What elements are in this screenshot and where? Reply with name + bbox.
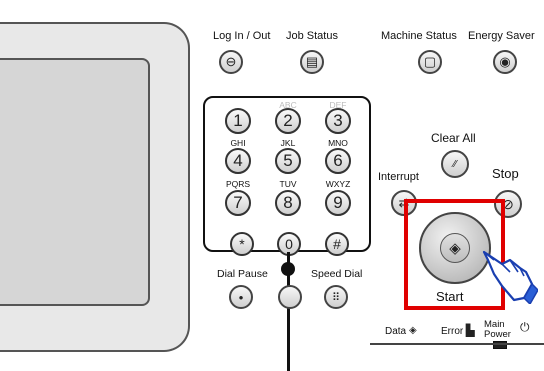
indicator-rule [370, 343, 544, 345]
speed-dial-icon: ⠿ [331, 291, 341, 304]
clear-all-label: Clear All [431, 131, 476, 145]
key-2[interactable]: 2 [275, 108, 301, 134]
key-8-letters: TUV [279, 179, 297, 189]
login-label: Log In / Out [213, 30, 271, 42]
error-icon: ▙ [466, 325, 475, 337]
start-label: Start [436, 289, 464, 304]
start-icon: ◈ [449, 240, 461, 257]
job-status-label: Job Status [286, 30, 338, 42]
job-status-button[interactable]: ▤ [300, 50, 324, 74]
key-1[interactable]: 1 [225, 108, 251, 134]
speed-dial-button[interactable]: ⠿ [324, 285, 348, 309]
interrupt-label: Interrupt [378, 171, 419, 183]
key-8[interactable]: 8 [275, 190, 301, 216]
key-5[interactable]: 5 [275, 148, 301, 174]
clear-all-icon: ⁄⁄ [453, 158, 457, 170]
energy-saver-icon: ◉ [499, 54, 511, 69]
key-7-letters: PQRS [225, 179, 251, 189]
unlabeled-button[interactable] [278, 285, 302, 309]
key-9[interactable]: 9 [325, 190, 351, 216]
key-star[interactable]: * [230, 232, 254, 256]
start-inner: ◈ [440, 233, 470, 263]
energy-saver-label: Energy Saver [468, 30, 535, 42]
touch-screen[interactable] [0, 58, 150, 306]
key-9-letters: WXYZ [325, 179, 351, 189]
key-hash[interactable]: # [325, 232, 349, 256]
key-5-letters: JKL [280, 138, 296, 148]
key-4[interactable]: 4 [225, 148, 251, 174]
key-icon: ⊖ [225, 54, 237, 69]
callout-dot [281, 262, 295, 276]
data-icon: ◈ [409, 325, 417, 336]
machine-status-label: Machine Status [381, 30, 457, 42]
login-button[interactable]: ⊖ [219, 50, 243, 74]
job-status-icon: ▤ [305, 54, 319, 69]
key-3[interactable]: 3 [325, 108, 351, 134]
machine-status-button[interactable]: ▢ [418, 50, 442, 74]
data-label: Data [385, 326, 407, 337]
dial-pause-button[interactable]: • [229, 285, 253, 309]
stop-label: Stop [492, 166, 519, 181]
key-6-letters: MNO [328, 138, 348, 148]
key-6[interactable]: 6 [325, 148, 351, 174]
power-icon: ⏻ [520, 320, 530, 334]
error-label: Error [441, 326, 464, 337]
main-power-label: Main Power [484, 319, 511, 340]
pointing-hand-icon [482, 250, 538, 304]
dot-icon: • [238, 289, 244, 305]
clear-all-button[interactable]: ⁄⁄ [441, 150, 469, 178]
key-4-letters: GHI [230, 138, 246, 148]
speed-dial-label: Speed Dial [311, 268, 363, 280]
machine-status-icon: ▢ [423, 54, 437, 69]
key-7[interactable]: 7 [225, 190, 251, 216]
dial-pause-label: Dial Pause [217, 268, 268, 280]
energy-saver-button[interactable]: ◉ [493, 50, 517, 74]
